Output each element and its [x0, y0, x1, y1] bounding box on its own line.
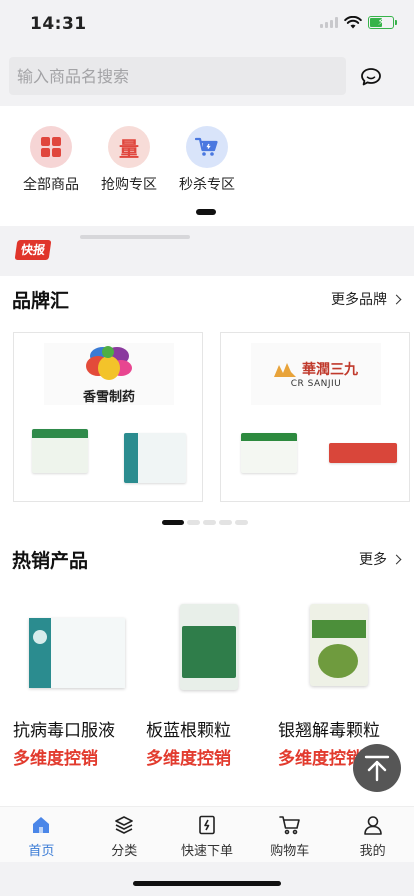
sanjiu-mountain-logo — [274, 363, 296, 377]
product-name: 银翘解毒颗粒 — [278, 721, 380, 741]
brand-name: 香雪制药 — [82, 389, 135, 405]
category-label: 抢购专区 — [101, 177, 157, 193]
news-ticker-text — [80, 235, 190, 239]
search-input[interactable] — [17, 66, 346, 86]
more-brands-label: 更多品牌 — [331, 292, 387, 308]
home-content: 全部商品 量 抢购专区 秒杀专区 快报 品牌汇 更多品牌 香雪制药 華潤三九 C… — [0, 106, 414, 806]
product-image — [154, 596, 264, 706]
more-products-label: 更多 — [359, 552, 387, 568]
category-all-products[interactable]: 全部商品 — [11, 126, 91, 194]
shopping-cart-icon — [278, 814, 301, 836]
brand-subname: CR SANJIU — [290, 379, 342, 389]
tab-label: 购物车 — [270, 844, 310, 859]
product-tag: 多维度控销 — [13, 749, 98, 769]
category-seckill[interactable]: 秒杀专区 — [167, 126, 247, 194]
product-box-image — [124, 433, 186, 483]
more-products-link[interactable]: 更多 — [359, 549, 402, 569]
chevron-right-icon — [391, 294, 402, 304]
category-label: 全部商品 — [23, 177, 79, 193]
home-icon — [30, 814, 52, 836]
hot-section-title: 热销产品 — [12, 550, 89, 572]
quick-order-icon — [196, 814, 218, 836]
news-ticker[interactable]: 快报 — [0, 226, 414, 276]
tab-home[interactable]: 首页 — [0, 807, 83, 862]
tab-cart[interactable]: 购物车 — [248, 807, 331, 862]
status-icons: ⚡ — [320, 16, 397, 29]
search-bar — [0, 48, 414, 106]
product-card-yinqiao[interactable]: 银翘解毒颗粒 多维度控销 — [278, 596, 408, 769]
brand-logo: 香雪制药 — [44, 343, 174, 405]
home-indicator-area — [0, 862, 414, 896]
bottom-tab-bar: 首页 分类 快速下单 购物车 我的 — [0, 806, 414, 862]
layers-icon — [113, 814, 135, 836]
arrow-up-icon — [364, 755, 390, 782]
category-label: 秒杀专区 — [179, 177, 235, 193]
grid-icon — [30, 126, 72, 168]
liang-glyph: 量 — [119, 136, 139, 161]
chat-bubble-icon — [361, 68, 381, 86]
hot-section-header: 热销产品 更多 — [0, 540, 414, 580]
cellular-signal-icon — [320, 17, 338, 28]
xiangxue-flower-logo — [86, 345, 132, 380]
home-indicator[interactable] — [133, 881, 281, 886]
product-box-image — [32, 429, 88, 473]
scroll-to-top-button[interactable] — [353, 744, 401, 792]
product-image — [21, 596, 131, 706]
category-page-indicator — [196, 209, 216, 215]
brand-name: 華潤三九 — [302, 362, 358, 378]
liang-icon: 量 — [108, 126, 150, 168]
product-tag: 多维度控销 — [146, 749, 231, 769]
brand-card-sanjiu[interactable]: 華潤三九 CR SANJIU — [220, 332, 410, 502]
search-box[interactable] — [9, 57, 346, 95]
tab-label: 分类 — [111, 844, 138, 859]
product-image — [286, 596, 396, 706]
status-time: 14:31 — [30, 14, 87, 34]
tab-label: 首页 — [28, 844, 55, 859]
more-brands-link[interactable]: 更多品牌 — [331, 289, 402, 309]
message-button[interactable] — [356, 62, 386, 92]
product-box-image — [241, 433, 297, 473]
product-name: 抗病毒口服液 — [13, 721, 115, 741]
tab-label: 我的 — [359, 844, 386, 859]
tab-mine[interactable]: 我的 — [331, 807, 414, 862]
user-icon — [362, 814, 384, 836]
brand-section-title: 品牌汇 — [12, 290, 70, 312]
battery-icon: ⚡ — [368, 16, 397, 29]
cart-icon — [186, 126, 228, 168]
brand-logo: 華潤三九 CR SANJIU — [251, 343, 381, 405]
category-flash-purchase[interactable]: 量 抢购专区 — [89, 126, 169, 194]
brand-section-header: 品牌汇 更多品牌 — [0, 280, 414, 320]
news-badge: 快报 — [14, 240, 52, 260]
brand-carousel-dots — [162, 520, 248, 525]
product-box-image — [329, 443, 397, 463]
category-shortcuts: 全部商品 量 抢购专区 秒杀专区 — [0, 106, 414, 226]
tab-quick-order[interactable]: 快速下单 — [166, 807, 249, 862]
chevron-right-icon — [391, 554, 402, 564]
charging-bolt-icon: ⚡ — [377, 16, 385, 28]
product-card-kangbingdu[interactable]: 抗病毒口服液 多维度控销 — [13, 596, 143, 769]
product-card-banlangen[interactable]: 板蓝根颗粒 多维度控销 — [146, 596, 276, 769]
tab-label: 快速下单 — [180, 844, 233, 859]
product-name: 板蓝根颗粒 — [146, 721, 231, 741]
tab-category[interactable]: 分类 — [83, 807, 166, 862]
brand-card-xiangxue[interactable]: 香雪制药 — [13, 332, 203, 502]
status-bar: 14:31 ⚡ — [0, 0, 414, 48]
wifi-icon — [344, 16, 362, 29]
